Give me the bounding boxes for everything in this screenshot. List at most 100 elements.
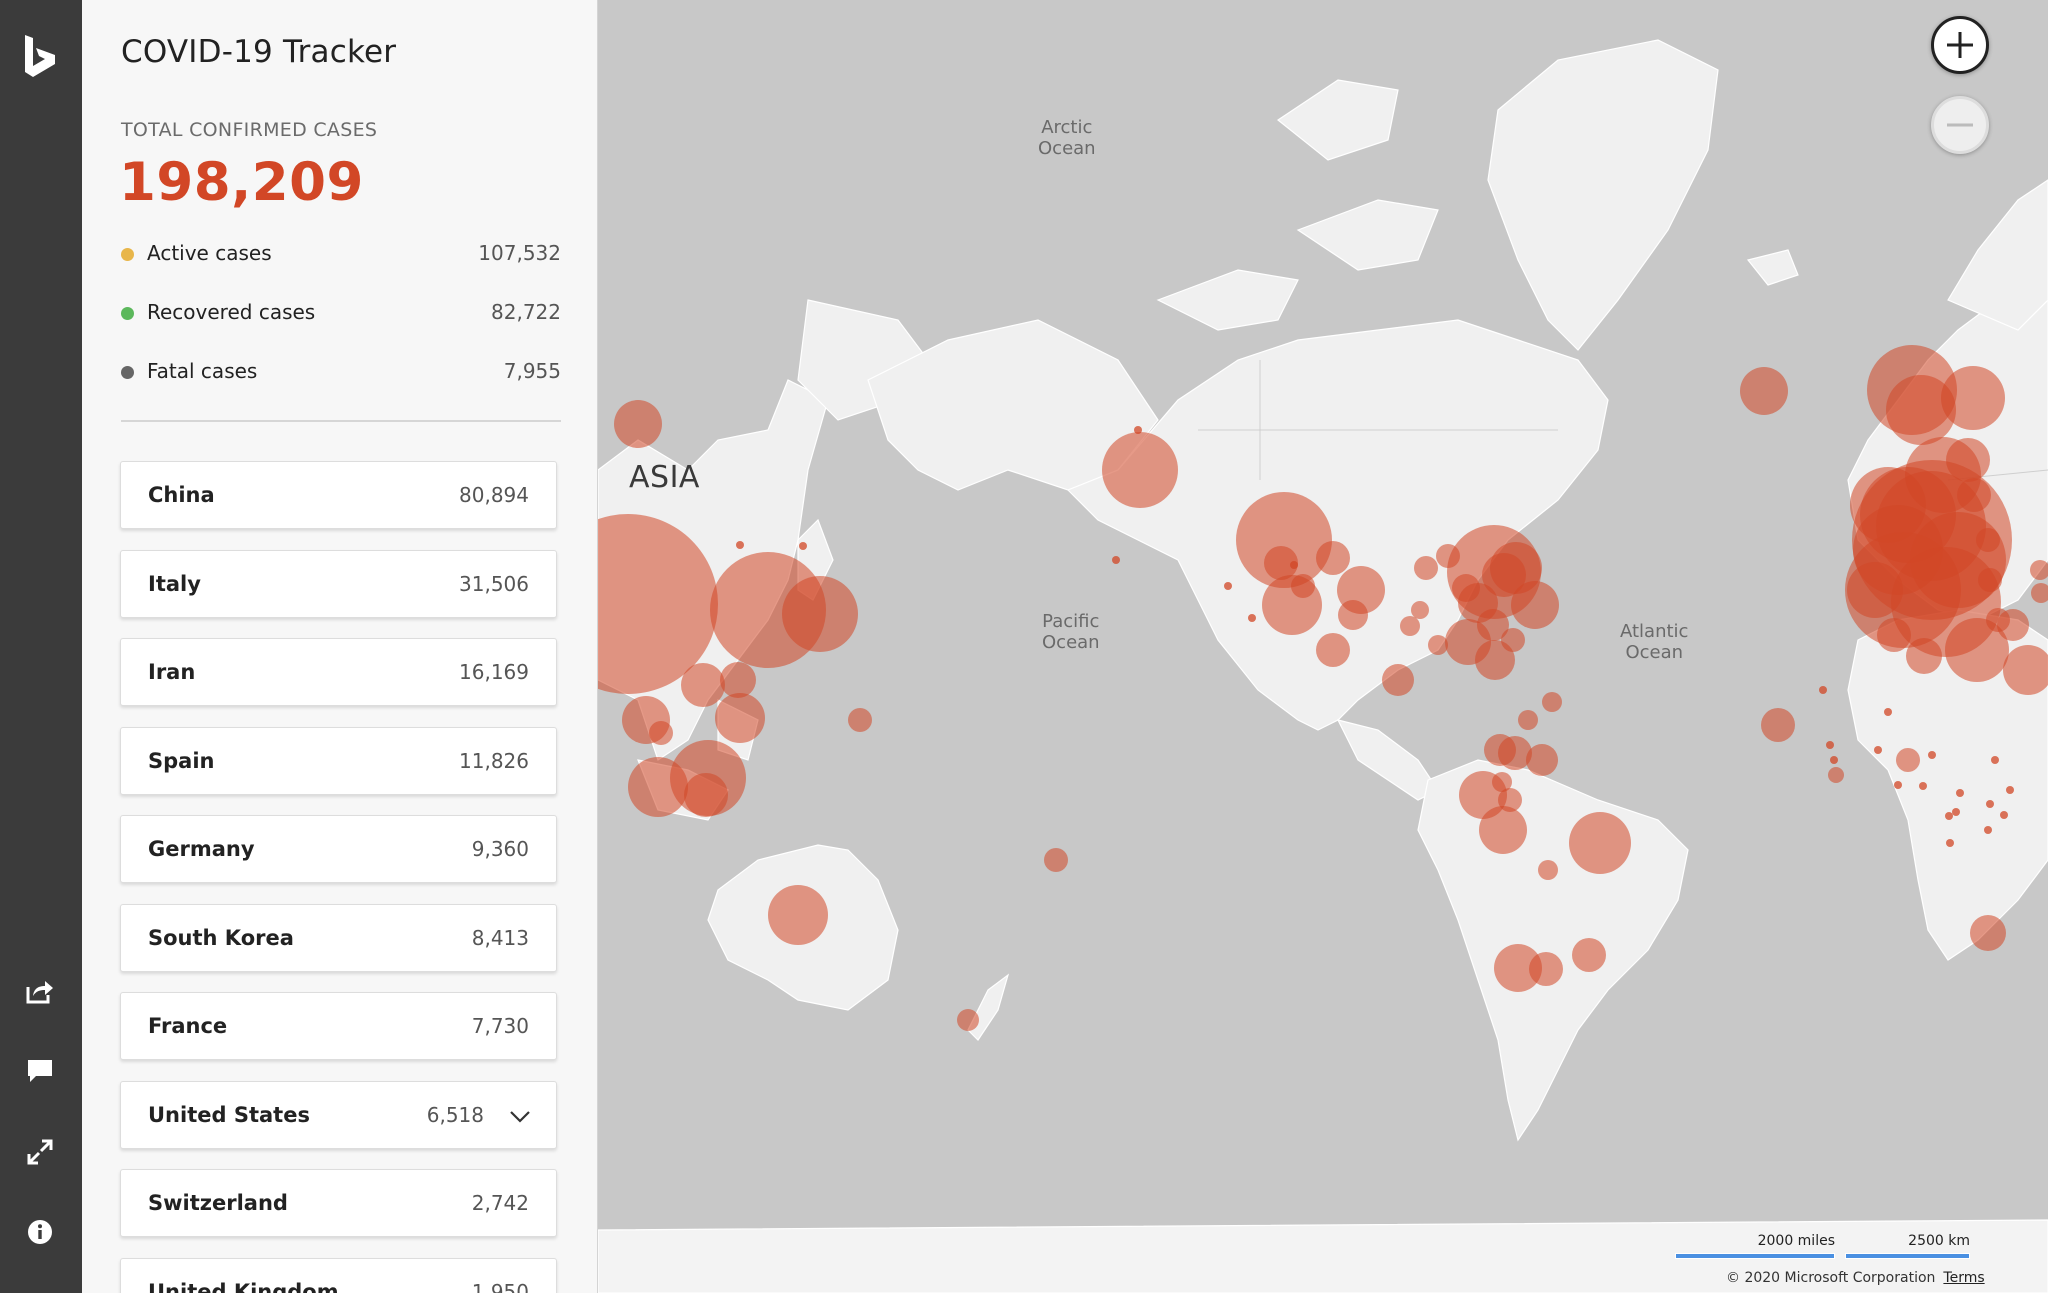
case-bubble[interactable] [2006, 786, 2014, 794]
case-bubble[interactable] [1316, 633, 1350, 667]
case-bubble[interactable] [1976, 528, 2000, 552]
case-bubble[interactable] [1819, 686, 1827, 694]
country-card-united-kingdom[interactable]: United Kingdom 1,950 [120, 1258, 557, 1293]
case-bubble[interactable] [1044, 848, 1068, 872]
case-bubble[interactable] [1134, 426, 1142, 434]
case-bubble[interactable] [1952, 808, 1960, 816]
case-bubble[interactable] [768, 885, 828, 945]
case-bubble[interactable] [649, 721, 673, 745]
case-bubble[interactable] [1224, 582, 1232, 590]
case-bubble[interactable] [1884, 708, 1892, 716]
country-card-italy[interactable]: Italy 31,506 [120, 550, 557, 618]
case-bubble[interactable] [1572, 938, 1606, 972]
case-bubble[interactable] [1382, 664, 1414, 696]
country-card-iran[interactable]: Iran 16,169 [120, 638, 557, 706]
country-card-united-states[interactable]: United States 6,518 [120, 1081, 557, 1149]
recovered-dot-icon [121, 307, 134, 320]
case-bubble[interactable] [1991, 756, 1999, 764]
case-bubble[interactable] [1542, 692, 1562, 712]
case-bubble[interactable] [2000, 811, 2008, 819]
zoom-out-button[interactable] [1931, 96, 1989, 154]
case-bubble[interactable] [1906, 638, 1942, 674]
case-bubble[interactable] [1928, 751, 1936, 759]
case-bubble[interactable] [1894, 781, 1902, 789]
case-bubble[interactable] [1896, 748, 1920, 772]
case-bubble[interactable] [715, 693, 765, 743]
bing-logo-icon[interactable] [21, 33, 59, 79]
country-name: China [148, 483, 215, 507]
zoom-in-button[interactable] [1931, 16, 1989, 74]
plus-icon [1947, 32, 1973, 58]
case-bubble[interactable] [1569, 812, 1631, 874]
case-bubble[interactable] [1518, 710, 1538, 730]
case-bubble[interactable] [1411, 601, 1429, 619]
case-bubble[interactable] [1828, 767, 1844, 783]
case-bubble[interactable] [1941, 366, 2005, 430]
stat-value: 7,955 [503, 359, 561, 383]
case-bubble[interactable] [1414, 556, 1438, 580]
country-card-china[interactable]: China 80,894 [120, 461, 557, 529]
case-bubble[interactable] [1984, 826, 1992, 834]
case-bubble[interactable] [1428, 635, 1448, 655]
country-value: 16,169 [459, 660, 529, 684]
case-bubble[interactable] [782, 576, 858, 652]
case-bubble[interactable] [2003, 645, 2048, 695]
page-title: COVID-19 Tracker [121, 34, 397, 70]
case-bubble[interactable] [1316, 541, 1350, 575]
expand-icon[interactable] [21, 1133, 59, 1171]
case-bubble[interactable] [957, 1009, 979, 1031]
share-icon[interactable] [21, 972, 59, 1010]
case-bubble[interactable] [720, 662, 756, 698]
country-card-switzerland[interactable]: Switzerland 2,742 [120, 1169, 557, 1237]
case-bubble[interactable] [1511, 581, 1559, 629]
case-bubble[interactable] [1874, 746, 1882, 754]
case-bubble[interactable] [2031, 583, 2048, 603]
info-icon[interactable] [21, 1213, 59, 1251]
case-bubble[interactable] [1761, 708, 1795, 742]
scale-km: 2500 km [1845, 1233, 1970, 1259]
chevron-down-icon[interactable] [508, 1104, 532, 1128]
case-bubble[interactable] [1945, 812, 1953, 820]
case-bubble[interactable] [1956, 789, 1964, 797]
case-bubble[interactable] [1919, 782, 1927, 790]
case-bubble[interactable] [684, 773, 728, 817]
case-bubble[interactable] [1248, 614, 1256, 622]
case-bubble[interactable] [848, 708, 872, 732]
country-card-france[interactable]: France 7,730 [120, 992, 557, 1060]
case-bubble[interactable] [1538, 860, 1558, 880]
case-bubble[interactable] [1338, 600, 1368, 630]
country-card-spain[interactable]: Spain 11,826 [120, 727, 557, 795]
case-bubble[interactable] [1877, 618, 1911, 652]
case-bubble[interactable] [2030, 560, 2048, 580]
case-bubble[interactable] [1826, 741, 1834, 749]
case-bubble[interactable] [1529, 952, 1563, 986]
case-bubble[interactable] [1501, 628, 1525, 652]
case-bubble[interactable] [1946, 839, 1954, 847]
terms-link[interactable]: Terms [1943, 1270, 1984, 1286]
left-rail [0, 0, 82, 1293]
country-value: 1,950 [471, 1280, 529, 1293]
case-bubble[interactable] [1986, 800, 1994, 808]
case-bubble[interactable] [1526, 744, 1558, 776]
case-bubble[interactable] [1978, 568, 2002, 592]
world-map[interactable]: Arctic Ocean Pacific Ocean Atlantic Ocean A… [598, 0, 2048, 1293]
case-bubble[interactable] [1290, 561, 1298, 569]
case-bubble[interactable] [1479, 806, 1527, 854]
case-bubble[interactable] [736, 541, 744, 549]
case-bubble[interactable] [1102, 432, 1178, 508]
country-card-south-korea[interactable]: South Korea 8,413 [120, 904, 557, 972]
country-card-germany[interactable]: Germany 9,360 [120, 815, 557, 883]
case-bubble[interactable] [1740, 367, 1788, 415]
case-bubble[interactable] [799, 542, 807, 550]
case-bubble[interactable] [1400, 616, 1420, 636]
feedback-icon[interactable] [21, 1052, 59, 1090]
case-bubble[interactable] [1291, 574, 1315, 598]
case-bubble[interactable] [1112, 556, 1120, 564]
case-bubble[interactable] [1997, 609, 2029, 641]
case-bubble[interactable] [1830, 756, 1838, 764]
case-bubble[interactable] [1970, 915, 2006, 951]
case-bubble[interactable] [1847, 562, 1903, 618]
case-bubble[interactable] [1492, 772, 1512, 792]
case-bubble[interactable] [681, 663, 725, 707]
case-bubble[interactable] [614, 400, 662, 448]
